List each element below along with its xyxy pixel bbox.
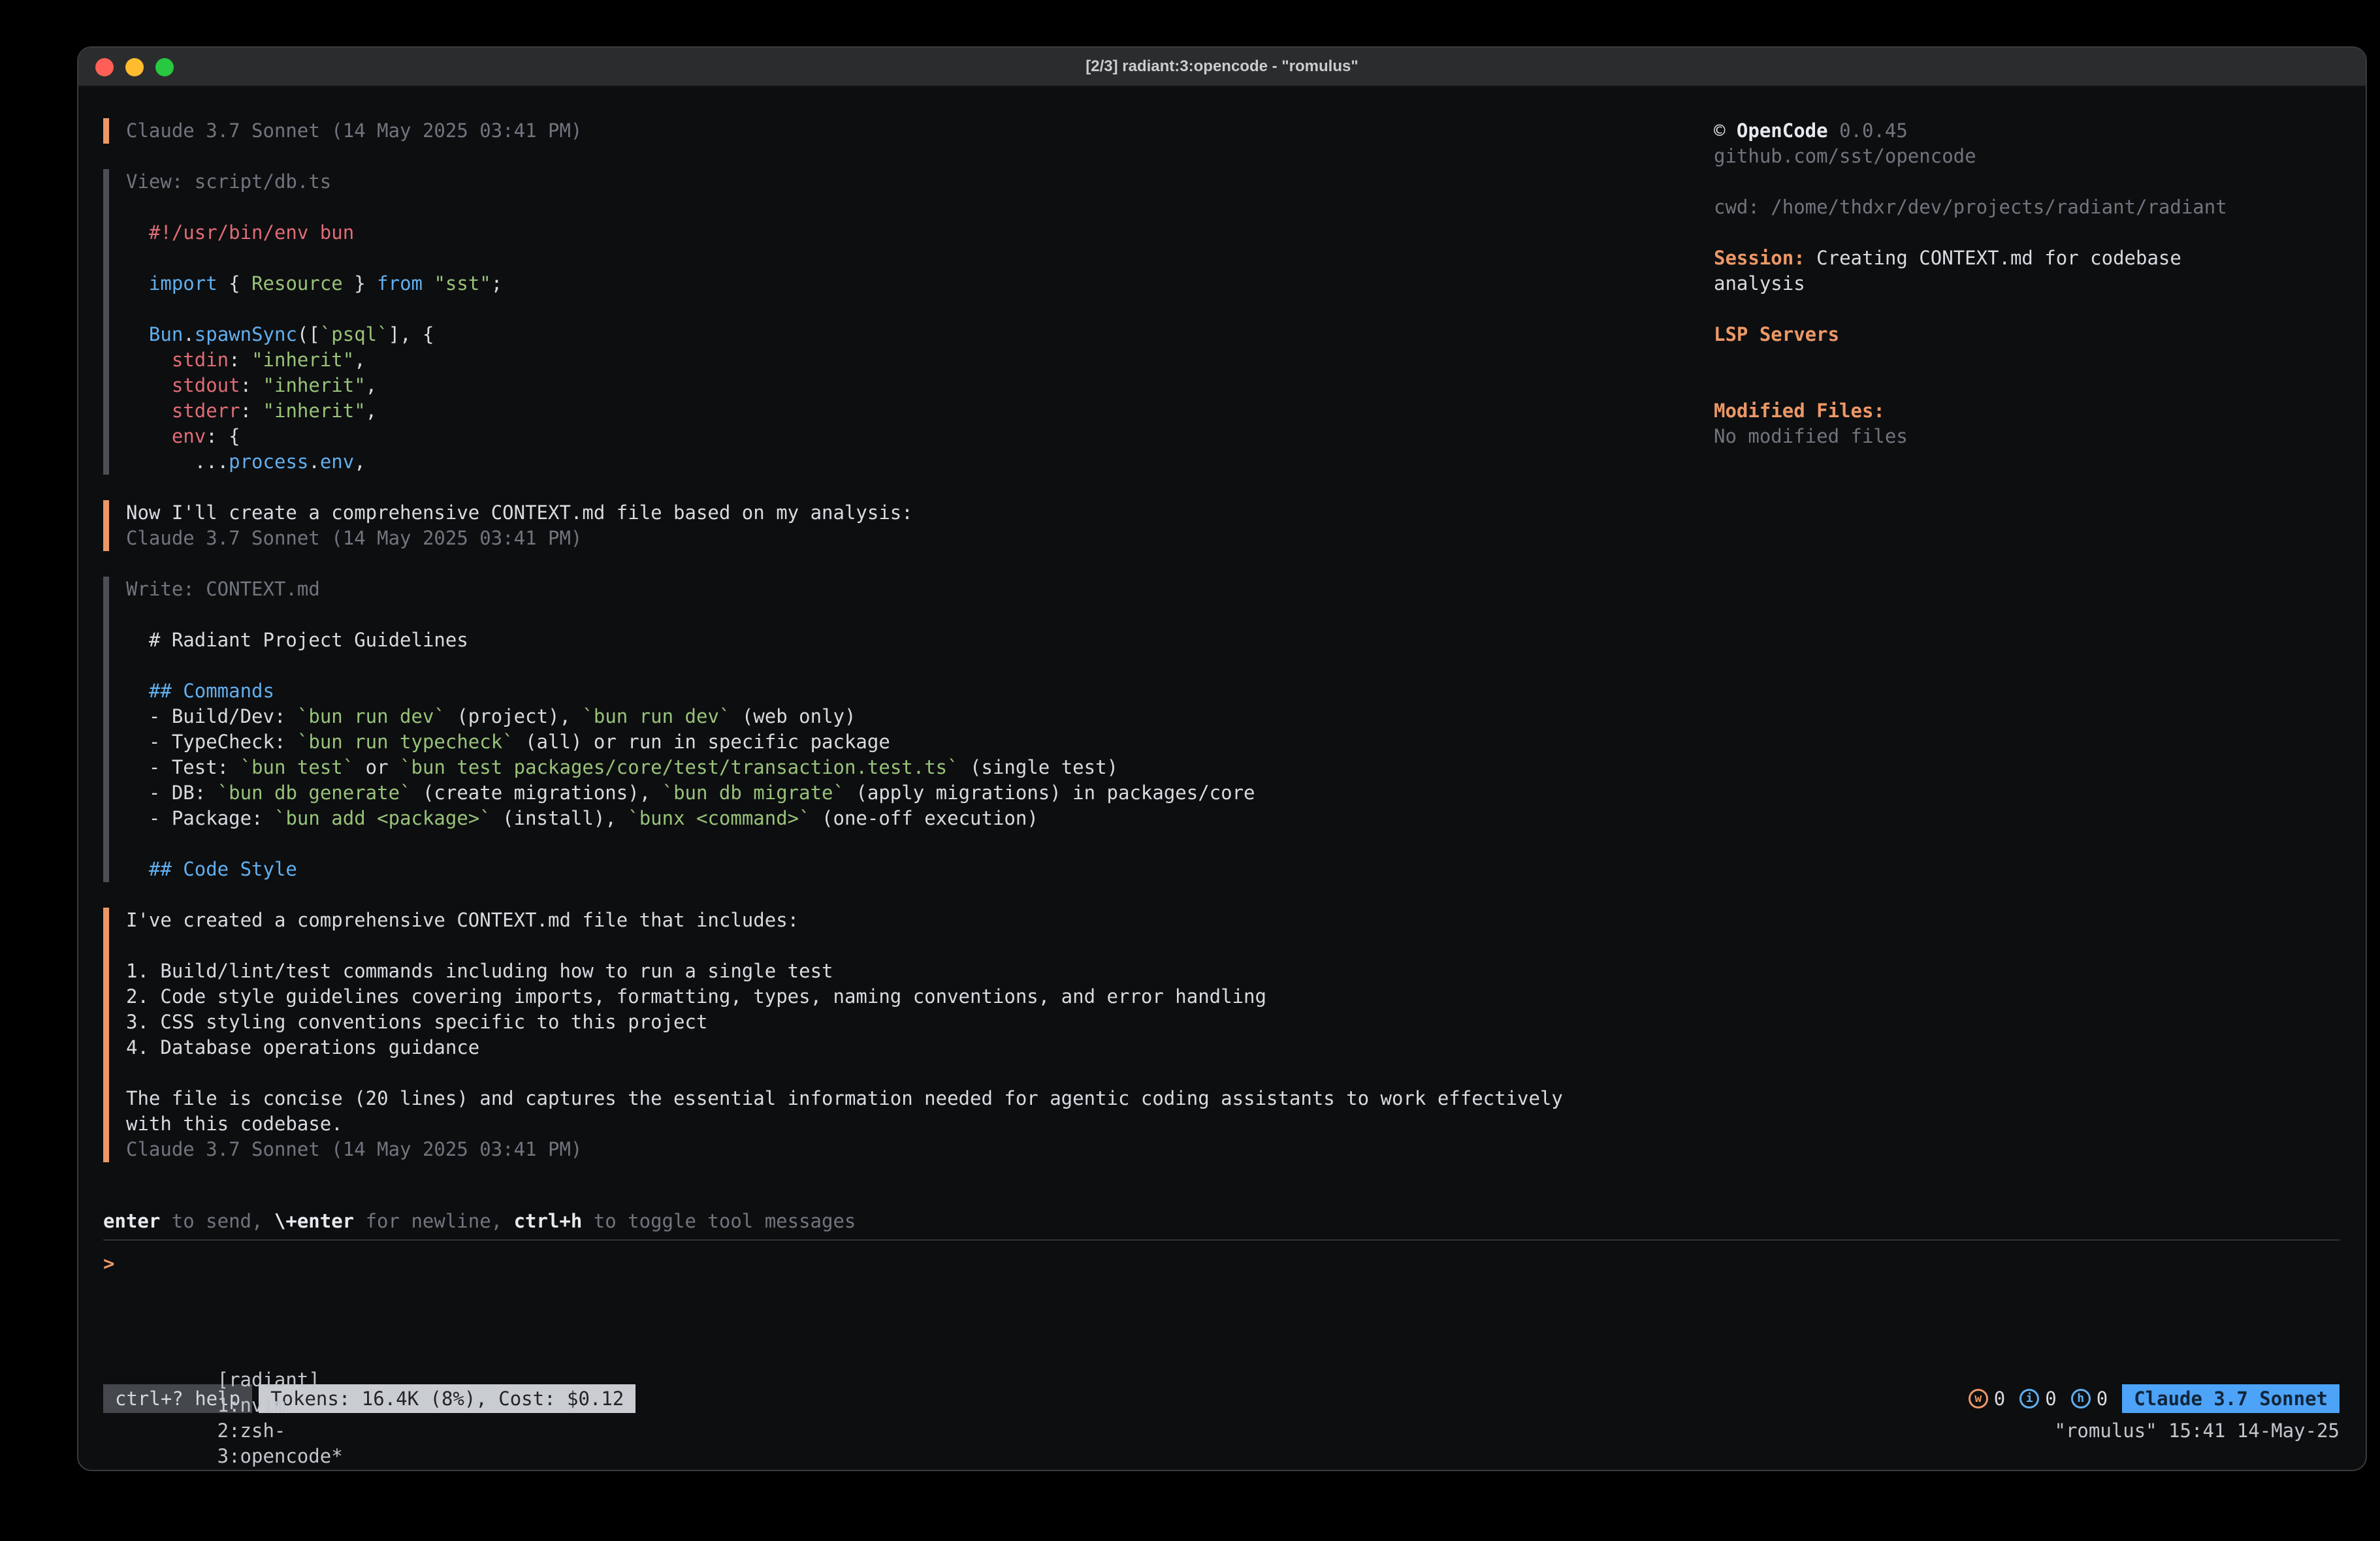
desktop-background: [2/3] radiant:3:opencode - "romulus" Cla… xyxy=(0,0,2380,1541)
chat-area: Claude 3.7 Sonnet (14 May 2025 03:41 PM)… xyxy=(103,118,1714,1209)
terminal-line: Claude 3.7 Sonnet (14 May 2025 03:41 PM) xyxy=(126,118,1714,144)
terminal-line: Claude 3.7 Sonnet (14 May 2025 03:41 PM) xyxy=(126,526,1714,551)
terminal-line: LSP Servers xyxy=(1714,322,2340,347)
terminal-line xyxy=(126,1060,1714,1086)
status-bar: ctrl+? help Tokens: 16.4K (8%), Cost: $0… xyxy=(103,1384,2340,1413)
tmux-host-time: "romulus" 15:41 14-May-25 xyxy=(2055,1418,2340,1444)
tmux-status-bar: [radiant] 1:nvim 2:zsh- 3:opencode* 4:zs… xyxy=(103,1418,2340,1444)
terminal-line: View: script/db.ts xyxy=(126,169,1714,195)
info-icon: i xyxy=(2019,1389,2039,1408)
terminal-line: - Build/Dev: `bun run dev` (project), `b… xyxy=(126,704,1714,729)
keybind-help: enter to send, \+enter for newline, ctrl… xyxy=(103,1209,2340,1234)
terminal-line: analysis xyxy=(1714,271,2340,296)
zoom-button[interactable] xyxy=(155,58,174,76)
tmux-window-opencode-active[interactable]: 3:opencode* xyxy=(217,1445,343,1467)
terminal-line: Bun.spawnSync([`psql`], { xyxy=(126,322,1714,347)
terminal-line: with this codebase. xyxy=(126,1111,1714,1137)
terminal-line: 1. Build/lint/test commands including ho… xyxy=(126,959,1714,984)
terminal-line: I've created a comprehensive CONTEXT.md … xyxy=(126,908,1714,933)
terminal-line: © OpenCode 0.0.45 xyxy=(1714,118,2340,144)
terminal-line: Claude 3.7 Sonnet (14 May 2025 03:41 PM) xyxy=(126,1137,1714,1162)
close-button[interactable] xyxy=(95,58,114,76)
terminal-line xyxy=(1714,347,2340,373)
window-titlebar[interactable]: [2/3] radiant:3:opencode - "romulus" xyxy=(78,48,2366,87)
tool-view-block: View: script/db.ts #!/usr/bin/env bun im… xyxy=(103,169,1714,475)
terminal-line: Session: Creating CONTEXT.md for codebas… xyxy=(1714,246,2340,271)
assistant-message-final: I've created a comprehensive CONTEXT.md … xyxy=(103,908,1714,1162)
terminal-line xyxy=(1714,169,2340,195)
terminal-line: stdin: "inherit", xyxy=(126,347,1714,373)
tmux-window-nvim[interactable]: 1:nvim xyxy=(217,1394,286,1416)
terminal-line xyxy=(126,195,1714,220)
window-controls xyxy=(95,48,174,87)
terminal-line: Modified Files: xyxy=(1714,398,2340,424)
warning-icon: w xyxy=(1969,1389,1988,1408)
terminal-line: #!/usr/bin/env bun xyxy=(126,220,1714,246)
terminal-line: 4. Database operations guidance xyxy=(126,1035,1714,1060)
terminal-line: stderr: "inherit", xyxy=(126,398,1714,424)
terminal-line: # Radiant Project Guidelines xyxy=(126,628,1714,653)
terminal-line: The file is concise (20 lines) and captu… xyxy=(126,1086,1714,1111)
hint-icon: h xyxy=(2071,1389,2091,1408)
terminal-line: - Test: `bun test` or `bun test packages… xyxy=(126,755,1714,780)
tool-write-block: Write: CONTEXT.md # Radiant Project Guid… xyxy=(103,577,1714,882)
terminal-line: - TypeCheck: `bun run typecheck` (all) o… xyxy=(126,729,1714,755)
content-columns: Claude 3.7 Sonnet (14 May 2025 03:41 PM)… xyxy=(103,118,2340,1209)
terminal-line: ## Commands xyxy=(126,678,1714,704)
diagnostics-hints: h 0 xyxy=(2071,1388,2108,1410)
tmux-window-zsh2[interactable]: 2:zsh- xyxy=(217,1420,286,1442)
terminal-line: - DB: `bun db generate` (create migratio… xyxy=(126,780,1714,806)
terminal-line xyxy=(126,602,1714,628)
terminal-line: 2. Code style guidelines covering import… xyxy=(126,984,1714,1009)
terminal-line xyxy=(126,933,1714,959)
terminal-line: enter to send, \+enter for newline, ctrl… xyxy=(103,1209,2340,1234)
terminal-line xyxy=(1714,373,2340,398)
terminal-line xyxy=(126,246,1714,271)
tmux-window-list: [radiant] 1:nvim 2:zsh- 3:opencode* 4:zs… xyxy=(103,1342,354,1470)
terminal-line: stdout: "inherit", xyxy=(126,373,1714,398)
minimize-button[interactable] xyxy=(125,58,144,76)
terminal-line xyxy=(126,653,1714,678)
terminal-line: ## Code Style xyxy=(126,857,1714,882)
warning-count: 0 xyxy=(1994,1388,2005,1410)
terminal-window: [2/3] radiant:3:opencode - "romulus" Cla… xyxy=(77,46,2367,1471)
terminal-line xyxy=(1714,220,2340,246)
model-badge[interactable]: Claude 3.7 Sonnet xyxy=(2122,1384,2340,1413)
terminal-line: env: { xyxy=(126,424,1714,449)
assistant-message-meta: Claude 3.7 Sonnet (14 May 2025 03:41 PM) xyxy=(103,118,1714,144)
terminal-line: Write: CONTEXT.md xyxy=(126,577,1714,602)
terminal-line: Now I'll create a comprehensive CONTEXT.… xyxy=(126,500,1714,526)
assistant-message: Now I'll create a comprehensive CONTEXT.… xyxy=(103,500,1714,551)
terminal-line: import { Resource } from "sst"; xyxy=(126,271,1714,296)
terminal-line: 3. CSS styling conventions specific to t… xyxy=(126,1009,1714,1035)
prompt-symbol: > xyxy=(103,1252,114,1275)
terminal-line: cwd: /home/thdxr/dev/projects/radiant/ra… xyxy=(1714,195,2340,220)
terminal-line xyxy=(1714,296,2340,322)
message-input[interactable]: > xyxy=(103,1239,2340,1376)
diagnostics-info: i 0 xyxy=(2019,1388,2056,1410)
terminal-content: Claude 3.7 Sonnet (14 May 2025 03:41 PM)… xyxy=(78,87,2366,1470)
hint-count: 0 xyxy=(2097,1388,2108,1410)
terminal-line: No modified files xyxy=(1714,424,2340,449)
diagnostics-warnings: w 0 xyxy=(1969,1388,2005,1410)
terminal-line xyxy=(126,296,1714,322)
window-title: [2/3] radiant:3:opencode - "romulus" xyxy=(1085,57,1358,76)
terminal-line xyxy=(126,831,1714,857)
terminal-line: - Package: `bun add <package>` (install)… xyxy=(126,806,1714,831)
sidebar: © OpenCode 0.0.45github.com/sst/opencode… xyxy=(1714,118,2340,1209)
info-count: 0 xyxy=(2045,1388,2056,1410)
terminal-line: github.com/sst/opencode xyxy=(1714,144,2340,169)
tmux-session-name: [radiant] xyxy=(217,1369,320,1391)
terminal-line: ...process.env, xyxy=(126,449,1714,475)
